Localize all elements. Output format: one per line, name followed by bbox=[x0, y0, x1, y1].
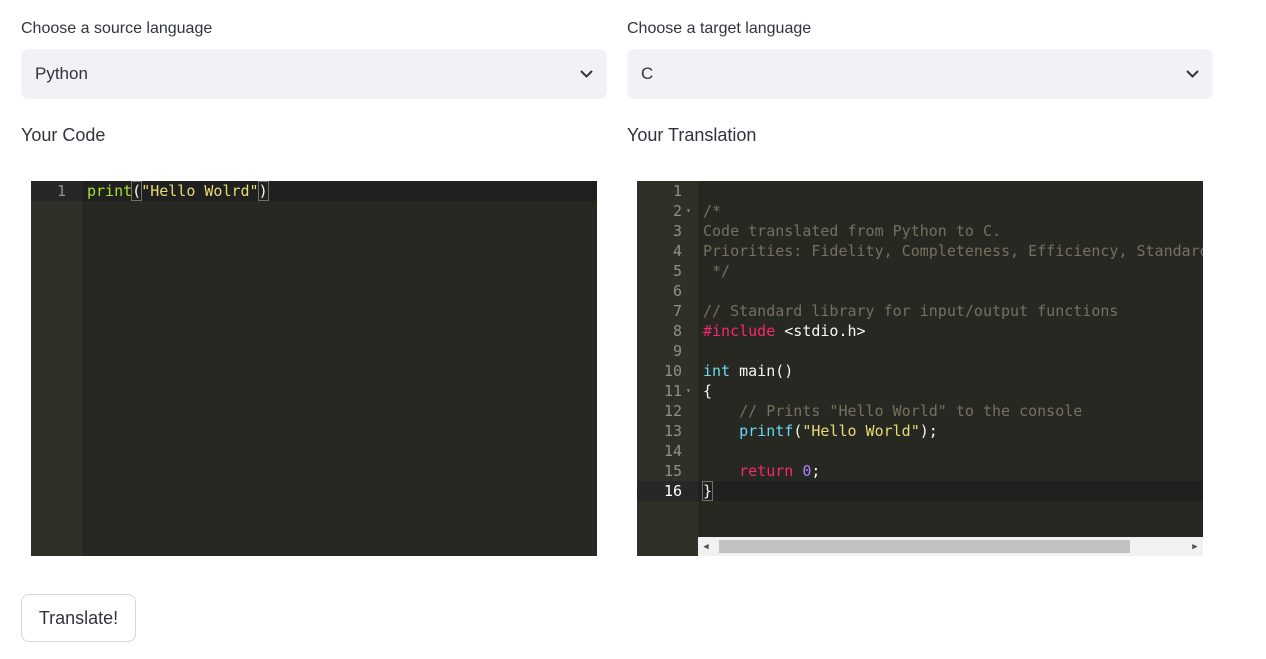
translate-button[interactable]: Translate! bbox=[21, 594, 136, 642]
code-line: /* bbox=[703, 201, 721, 221]
line-number: 16 bbox=[663, 482, 682, 500]
code-token: ); bbox=[919, 422, 938, 440]
horizontal-scrollbar[interactable]: ◀ ▶ bbox=[698, 537, 1203, 556]
code-token: { bbox=[703, 382, 713, 400]
code-line: printf("Hello World"); bbox=[703, 421, 938, 441]
line-number: 15 bbox=[663, 462, 682, 480]
source-language-value: Python bbox=[35, 64, 88, 83]
code-line: print("Hello Wolrd") bbox=[87, 181, 269, 201]
translation-code-editor[interactable]: /* Code translated from Python to C. Prior… bbox=[637, 181, 1203, 556]
active-line-highlight bbox=[698, 481, 1203, 501]
code-token: int bbox=[703, 362, 731, 380]
line-number: 1 bbox=[56, 182, 66, 200]
line-number: 9 bbox=[672, 342, 682, 360]
code-line: #include <stdio.h> bbox=[703, 321, 866, 341]
line-number: 6 bbox=[672, 282, 682, 300]
source-editor-title: Your Code bbox=[21, 125, 106, 145]
code-token: ) bbox=[257, 181, 269, 201]
line-number: 8 bbox=[672, 322, 682, 340]
code-line: // Standard library for input/output fun… bbox=[703, 301, 1118, 321]
code-line: { bbox=[703, 381, 712, 401]
code-line: Priorities: Fidelity, Completeness, Effi… bbox=[703, 241, 1203, 261]
line-number: 13 bbox=[663, 422, 682, 440]
line-number: 2 bbox=[672, 202, 682, 220]
chevron-down-icon bbox=[579, 67, 593, 81]
code-token: } bbox=[701, 481, 714, 501]
chevron-down-icon bbox=[1185, 67, 1199, 81]
line-number: 5 bbox=[672, 262, 682, 280]
code-token: Priorities: Fidelity, Completeness, Effi… bbox=[703, 242, 1203, 260]
line-number: 14 bbox=[663, 442, 682, 460]
line-number: 7 bbox=[672, 302, 682, 320]
code-token: ( bbox=[793, 422, 803, 440]
line-number: 10 bbox=[663, 362, 682, 380]
translation-code-area[interactable]: /* Code translated from Python to C. Prior… bbox=[698, 181, 1203, 556]
target-language-label: Choose a target language bbox=[627, 20, 812, 37]
code-token: ; bbox=[811, 462, 821, 480]
source-code-editor[interactable]: print("Hello Wolrd") 1 bbox=[31, 181, 597, 556]
fold-toggle-icon[interactable]: ▾ bbox=[686, 201, 691, 221]
code-token: Code translated from Python to C. bbox=[703, 222, 1002, 240]
fold-toggle-icon[interactable]: ▾ bbox=[686, 381, 691, 401]
line-number: 11 bbox=[663, 382, 682, 400]
source-language-label: Choose a source language bbox=[21, 20, 213, 37]
code-token: // Standard library for input/output fun… bbox=[703, 302, 1119, 320]
source-code-area[interactable]: print("Hello Wolrd") bbox=[82, 181, 597, 556]
arrow-left-icon[interactable]: ◀ bbox=[698, 537, 714, 556]
code-line: */ bbox=[703, 261, 730, 281]
arrow-right-icon[interactable]: ▶ bbox=[1187, 537, 1203, 556]
code-token: main() bbox=[730, 362, 794, 380]
line-number: 12 bbox=[663, 402, 682, 420]
source-gutter bbox=[31, 181, 82, 556]
code-token: return bbox=[739, 462, 794, 480]
code-token: <stdio.h> bbox=[775, 322, 866, 340]
code-token: #include bbox=[703, 322, 776, 340]
code-line: Code translated from Python to C. bbox=[703, 221, 1001, 241]
code-line: } bbox=[701, 481, 714, 501]
code-token: // Prints "Hello World" to the console bbox=[703, 402, 1083, 420]
code-token: print bbox=[87, 182, 133, 200]
code-token: ( bbox=[131, 181, 143, 201]
line-number: 1 bbox=[672, 182, 682, 200]
code-line: // Prints "Hello World" to the console bbox=[703, 401, 1082, 421]
line-number: 4 bbox=[672, 242, 682, 260]
code-token: "Hello World" bbox=[802, 422, 920, 440]
code-token: printf bbox=[739, 422, 794, 440]
code-line: return 0; bbox=[703, 461, 820, 481]
code-token: */ bbox=[703, 262, 731, 280]
code-token: /* bbox=[703, 202, 722, 220]
code-line: int main() bbox=[703, 361, 793, 381]
target-language-value: C bbox=[641, 64, 654, 83]
scrollbar-thumb[interactable] bbox=[719, 540, 1130, 553]
target-language-select[interactable]: C bbox=[627, 49, 1213, 99]
code-token: "Hello Wolrd" bbox=[141, 182, 259, 200]
target-editor-title: Your Translation bbox=[627, 125, 757, 145]
source-language-select[interactable]: Python bbox=[21, 49, 607, 99]
line-number: 3 bbox=[672, 222, 682, 240]
